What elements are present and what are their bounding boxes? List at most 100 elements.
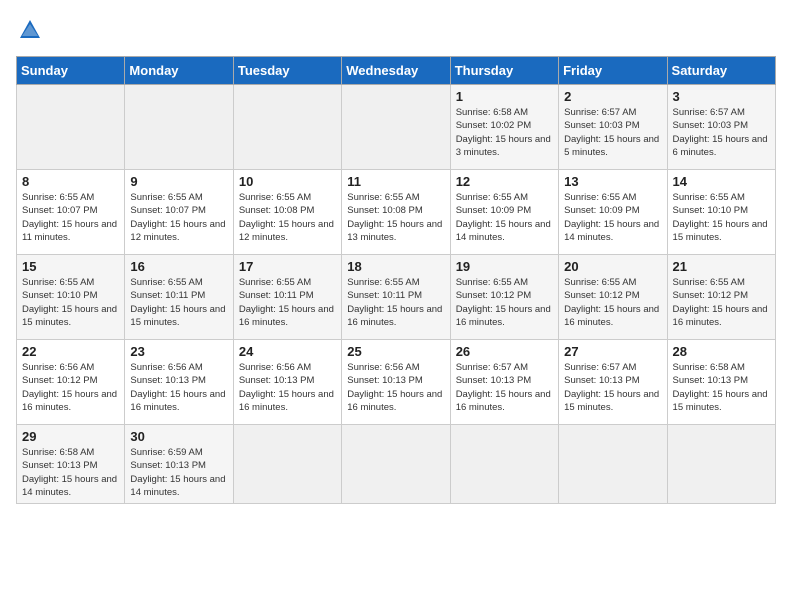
calendar-cell: 18 Sunrise: 6:55 AMSunset: 10:11 PMDaylig… <box>342 255 450 340</box>
calendar-week-row: 15 Sunrise: 6:55 AMSunset: 10:10 PMDaylig… <box>17 255 776 340</box>
calendar-cell: 3 Sunrise: 6:57 AMSunset: 10:03 PMDayligh… <box>667 85 775 170</box>
calendar-cell: 17 Sunrise: 6:55 AMSunset: 10:11 PMDaylig… <box>233 255 341 340</box>
calendar-cell <box>342 85 450 170</box>
calendar-cell: 15 Sunrise: 6:55 AMSunset: 10:10 PMDaylig… <box>17 255 125 340</box>
day-number: 2 <box>564 89 661 104</box>
day-info: Sunrise: 6:55 AMSunset: 10:10 PMDaylight… <box>673 191 770 244</box>
col-header-tuesday: Tuesday <box>233 57 341 85</box>
day-info: Sunrise: 6:55 AMSunset: 10:09 PMDaylight… <box>564 191 661 244</box>
col-header-sunday: Sunday <box>17 57 125 85</box>
header-row: SundayMondayTuesdayWednesdayThursdayFrid… <box>17 57 776 85</box>
col-header-wednesday: Wednesday <box>342 57 450 85</box>
calendar-cell: 29 Sunrise: 6:58 AMSunset: 10:13 PMDaylig… <box>17 425 125 504</box>
day-info: Sunrise: 6:55 AMSunset: 10:07 PMDaylight… <box>22 191 119 244</box>
day-number: 22 <box>22 344 119 359</box>
day-info: Sunrise: 6:55 AMSunset: 10:08 PMDaylight… <box>347 191 444 244</box>
calendar-table: SundayMondayTuesdayWednesdayThursdayFrid… <box>16 56 776 504</box>
day-info: Sunrise: 6:55 AMSunset: 10:08 PMDaylight… <box>239 191 336 244</box>
day-number: 15 <box>22 259 119 274</box>
day-info: Sunrise: 6:55 AMSunset: 10:11 PMDaylight… <box>347 276 444 329</box>
day-number: 26 <box>456 344 553 359</box>
calendar-week-row: 29 Sunrise: 6:58 AMSunset: 10:13 PMDaylig… <box>17 425 776 504</box>
logo-icon <box>16 16 44 44</box>
day-info: Sunrise: 6:55 AMSunset: 10:10 PMDaylight… <box>22 276 119 329</box>
calendar-cell: 26 Sunrise: 6:57 AMSunset: 10:13 PMDaylig… <box>450 340 558 425</box>
calendar-cell: 30 Sunrise: 6:59 AMSunset: 10:13 PMDaylig… <box>125 425 233 504</box>
day-number: 10 <box>239 174 336 189</box>
calendar-cell: 25 Sunrise: 6:56 AMSunset: 10:13 PMDaylig… <box>342 340 450 425</box>
calendar-cell: 27 Sunrise: 6:57 AMSunset: 10:13 PMDaylig… <box>559 340 667 425</box>
calendar-cell: 13 Sunrise: 6:55 AMSunset: 10:09 PMDaylig… <box>559 170 667 255</box>
day-info: Sunrise: 6:57 AMSunset: 10:13 PMDaylight… <box>456 361 553 414</box>
day-number: 18 <box>347 259 444 274</box>
col-header-thursday: Thursday <box>450 57 558 85</box>
calendar-cell: 22 Sunrise: 6:56 AMSunset: 10:12 PMDaylig… <box>17 340 125 425</box>
day-number: 21 <box>673 259 770 274</box>
calendar-cell: 28 Sunrise: 6:58 AMSunset: 10:13 PMDaylig… <box>667 340 775 425</box>
calendar-cell: 23 Sunrise: 6:56 AMSunset: 10:13 PMDaylig… <box>125 340 233 425</box>
day-info: Sunrise: 6:55 AMSunset: 10:12 PMDaylight… <box>456 276 553 329</box>
calendar-cell: 12 Sunrise: 6:55 AMSunset: 10:09 PMDaylig… <box>450 170 558 255</box>
day-number: 25 <box>347 344 444 359</box>
day-info: Sunrise: 6:57 AMSunset: 10:13 PMDaylight… <box>564 361 661 414</box>
day-number: 24 <box>239 344 336 359</box>
day-info: Sunrise: 6:55 AMSunset: 10:12 PMDaylight… <box>564 276 661 329</box>
calendar-week-row: 8 Sunrise: 6:55 AMSunset: 10:07 PMDayligh… <box>17 170 776 255</box>
day-number: 29 <box>22 429 119 444</box>
day-number: 17 <box>239 259 336 274</box>
day-number: 12 <box>456 174 553 189</box>
calendar-cell: 16Sunrise: 6:55 AMSunset: 10:11 PMDaylig… <box>125 255 233 340</box>
day-info: Sunrise: 6:55 AMSunset: 10:09 PMDaylight… <box>456 191 553 244</box>
day-info: Sunrise: 6:56 AMSunset: 10:13 PMDaylight… <box>347 361 444 414</box>
day-info: Sunrise: 6:58 AMSunset: 10:02 PMDaylight… <box>456 106 553 159</box>
calendar-cell <box>667 425 775 504</box>
calendar-cell: 10 Sunrise: 6:55 AMSunset: 10:08 PMDaylig… <box>233 170 341 255</box>
day-number: 11 <box>347 174 444 189</box>
day-number: 27 <box>564 344 661 359</box>
day-info: Sunrise: 6:55 AMSunset: 10:11 PMDaylight… <box>130 276 227 329</box>
day-info: Sunrise: 6:56 AMSunset: 10:13 PMDaylight… <box>239 361 336 414</box>
calendar-week-row: 22 Sunrise: 6:56 AMSunset: 10:12 PMDaylig… <box>17 340 776 425</box>
calendar-cell <box>233 85 341 170</box>
day-number: 20 <box>564 259 661 274</box>
day-info: Sunrise: 6:55 AMSunset: 10:07 PMDaylight… <box>130 191 227 244</box>
calendar-cell: 24 Sunrise: 6:56 AMSunset: 10:13 PMDaylig… <box>233 340 341 425</box>
calendar-cell <box>125 85 233 170</box>
calendar-cell: 14 Sunrise: 6:55 AMSunset: 10:10 PMDaylig… <box>667 170 775 255</box>
day-info: Sunrise: 6:57 AMSunset: 10:03 PMDaylight… <box>564 106 661 159</box>
day-number: 8 <box>22 174 119 189</box>
day-number: 9 <box>130 174 227 189</box>
day-number: 1 <box>456 89 553 104</box>
col-header-saturday: Saturday <box>667 57 775 85</box>
day-info: Sunrise: 6:56 AMSunset: 10:13 PMDaylight… <box>130 361 227 414</box>
calendar-cell: 21Sunrise: 6:55 AMSunset: 10:12 PMDaylig… <box>667 255 775 340</box>
calendar-cell <box>342 425 450 504</box>
calendar-cell: 2 Sunrise: 6:57 AMSunset: 10:03 PMDayligh… <box>559 85 667 170</box>
calendar-cell: 19 Sunrise: 6:55 AMSunset: 10:12 PMDaylig… <box>450 255 558 340</box>
day-number: 13 <box>564 174 661 189</box>
page-header <box>16 16 776 44</box>
calendar-cell <box>559 425 667 504</box>
calendar-cell: 11 Sunrise: 6:55 AMSunset: 10:08 PMDaylig… <box>342 170 450 255</box>
day-info: Sunrise: 6:58 AMSunset: 10:13 PMDaylight… <box>22 446 119 499</box>
day-number: 3 <box>673 89 770 104</box>
day-number: 14 <box>673 174 770 189</box>
day-info: Sunrise: 6:55 AMSunset: 10:11 PMDaylight… <box>239 276 336 329</box>
day-number: 23 <box>130 344 227 359</box>
calendar-cell <box>17 85 125 170</box>
col-header-monday: Monday <box>125 57 233 85</box>
calendar-week-row: 1 Sunrise: 6:58 AMSunset: 10:02 PMDayligh… <box>17 85 776 170</box>
calendar-cell: 9 Sunrise: 6:55 AMSunset: 10:07 PMDayligh… <box>125 170 233 255</box>
day-number: 19 <box>456 259 553 274</box>
day-info: Sunrise: 6:59 AMSunset: 10:13 PMDaylight… <box>130 446 227 499</box>
col-header-friday: Friday <box>559 57 667 85</box>
day-number: 28 <box>673 344 770 359</box>
day-info: Sunrise: 6:58 AMSunset: 10:13 PMDaylight… <box>673 361 770 414</box>
day-number: 30 <box>130 429 227 444</box>
calendar-cell: 20 Sunrise: 6:55 AMSunset: 10:12 PMDaylig… <box>559 255 667 340</box>
day-info: Sunrise: 6:57 AMSunset: 10:03 PMDaylight… <box>673 106 770 159</box>
logo <box>16 16 48 44</box>
calendar-cell <box>233 425 341 504</box>
day-info: Sunrise: 6:56 AMSunset: 10:12 PMDaylight… <box>22 361 119 414</box>
calendar-cell: 1 Sunrise: 6:58 AMSunset: 10:02 PMDayligh… <box>450 85 558 170</box>
